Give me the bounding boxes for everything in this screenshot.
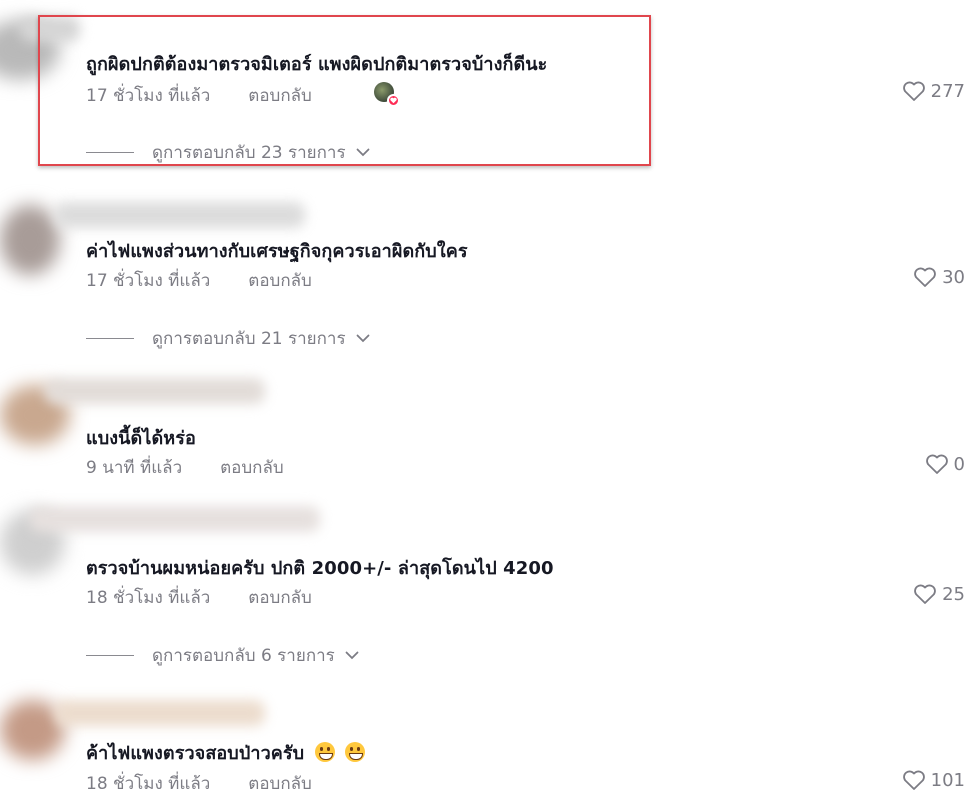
like-count: 0 bbox=[953, 453, 965, 475]
comment-meta: 17 ชั่วโมง ที่แล้ว ตอบกลับ bbox=[86, 82, 312, 109]
username[interactable] bbox=[55, 202, 305, 228]
view-replies-label: ดูการตอบกลับ 23 รายการ bbox=[152, 143, 346, 163]
view-replies-button[interactable]: ดูการตอบกลับ 23 รายการ bbox=[86, 139, 370, 166]
comment-time: 18 ชั่วโมง ที่แล้ว bbox=[86, 588, 211, 608]
username[interactable] bbox=[45, 378, 265, 404]
like-button[interactable]: 101 bbox=[902, 769, 965, 791]
creator-liked-heart-icon bbox=[387, 94, 400, 107]
comment-time: 17 ชั่วโมง ที่แล้ว bbox=[86, 86, 211, 106]
like-button[interactable]: 25 bbox=[913, 583, 965, 605]
comment-meta: 18 ชั่วโมง ที่แล้ว ตอบกลับ bbox=[86, 770, 312, 797]
reply-button[interactable]: ตอบกลับ bbox=[248, 267, 312, 294]
heart-outline-icon bbox=[902, 770, 925, 790]
comment-text: แบงนี้ด็ได้หร่อ bbox=[86, 428, 196, 449]
heart-outline-icon bbox=[914, 584, 936, 604]
reply-button[interactable]: ตอบกลับ bbox=[220, 454, 284, 481]
view-replies-label: ดูการตอบกลับ 21 รายการ bbox=[152, 329, 346, 349]
comment-meta: 9 นาที ที่แล้ว ตอบกลับ bbox=[86, 454, 284, 481]
username[interactable] bbox=[55, 700, 265, 726]
comment-time: 17 ชั่วโมง ที่แล้ว bbox=[86, 271, 211, 291]
comment-meta: 17 ชั่วโมง ที่แล้ว ตอบกลับ bbox=[86, 267, 312, 294]
grinning-face-icon bbox=[314, 742, 335, 762]
comment-item: ค้าไฟแพงตรวจสอบป่าวครับ 18 ชั่วโมง ที่แล… bbox=[0, 680, 977, 803]
chevron-down-icon bbox=[356, 334, 370, 343]
comment-item: ตรวจบ้านผมหน่อยครับ ปกติ 2000+/- ล่าสุดโ… bbox=[0, 500, 977, 680]
chevron-down-icon bbox=[345, 651, 359, 660]
like-button[interactable]: 30 bbox=[913, 266, 965, 288]
like-count: 277 bbox=[930, 80, 965, 102]
like-count: 101 bbox=[930, 769, 965, 791]
comment-meta: 18 ชั่วโมง ที่แล้ว ตอบกลับ bbox=[86, 584, 312, 611]
comment-item: แบงนี้ด็ได้หร่อ 9 นาที ที่แล้ว ตอบกลับ 0 bbox=[0, 370, 977, 500]
comment-time: 9 นาที ที่แล้ว bbox=[86, 458, 183, 478]
view-replies-button[interactable]: ดูการตอบกลับ 21 รายการ bbox=[86, 325, 370, 352]
view-replies-button[interactable]: ดูการตอบกลับ 6 รายการ bbox=[86, 642, 359, 669]
comment-item: ถูกผิดปกติต้องมาตรวจมิเตอร์ แพงผิดปกติมา… bbox=[0, 0, 977, 180]
like-button[interactable]: 0 bbox=[925, 453, 965, 475]
like-count: 30 bbox=[942, 266, 965, 288]
comment-text: ค้าไฟแพงตรวจสอบป่าวครับ bbox=[86, 738, 365, 767]
reply-button[interactable]: ตอบกลับ bbox=[248, 584, 312, 611]
like-count: 25 bbox=[942, 583, 965, 605]
heart-outline-icon bbox=[914, 267, 936, 287]
avatar[interactable] bbox=[0, 205, 60, 275]
like-button[interactable]: 277 bbox=[902, 80, 965, 102]
reply-button[interactable]: ตอบกลับ bbox=[248, 770, 312, 797]
comment-text: ค่าไฟแพงส่วนทางกับเศรษฐกิจกุควรเอาผิดกับ… bbox=[86, 241, 468, 262]
heart-outline-icon bbox=[902, 81, 925, 101]
heart-outline-icon bbox=[925, 454, 948, 474]
view-replies-label: ดูการตอบกลับ 6 รายการ bbox=[152, 646, 335, 666]
comment-text-content: ค้าไฟแพงตรวจสอบป่าวครับ bbox=[86, 743, 305, 764]
divider bbox=[86, 338, 134, 339]
divider bbox=[86, 152, 134, 153]
grinning-face-icon bbox=[344, 742, 365, 762]
reply-button[interactable]: ตอบกลับ bbox=[248, 82, 312, 109]
comment-text: ตรวจบ้านผมหน่อยครับ ปกติ 2000+/- ล่าสุดโ… bbox=[86, 558, 554, 579]
username[interactable] bbox=[20, 16, 80, 42]
username[interactable] bbox=[30, 506, 320, 532]
comment-time: 18 ชั่วโมง ที่แล้ว bbox=[86, 774, 211, 794]
comment-item: ค่าไฟแพงส่วนทางกับเศรษฐกิจกุควรเอาผิดกับ… bbox=[0, 180, 977, 370]
divider bbox=[86, 655, 134, 656]
chevron-down-icon bbox=[356, 148, 370, 157]
comment-text: ถูกผิดปกติต้องมาตรวจมิเตอร์ แพงผิดปกติมา… bbox=[86, 54, 548, 75]
